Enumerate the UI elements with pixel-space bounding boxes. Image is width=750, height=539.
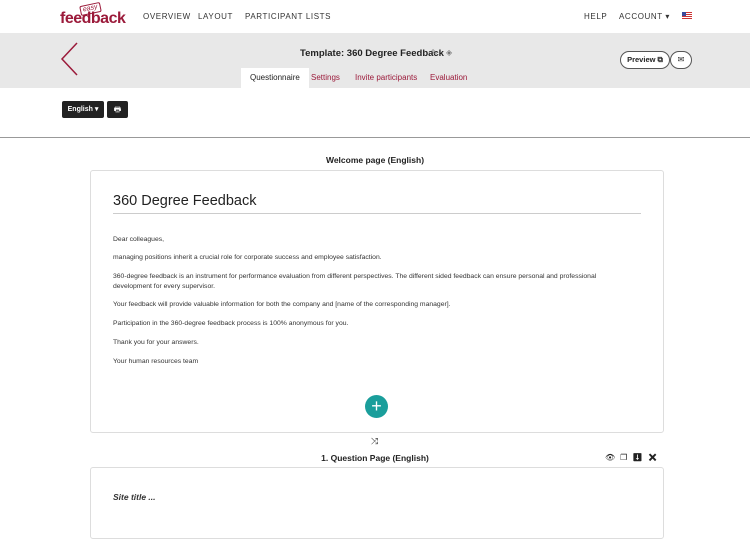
back-arrow-icon[interactable]	[60, 42, 80, 76]
tab-questionnaire[interactable]: Questionnaire	[241, 68, 309, 88]
tab-settings[interactable]: Settings	[311, 68, 340, 88]
welcome-paragraph: Thank you for your answers.	[113, 339, 199, 346]
page-title: Template: 360 Degree Feedback	[300, 48, 444, 59]
question-page-actions: 👁❐⬇✖	[605, 453, 663, 462]
welcome-paragraph: 360-degree feedback is an instrument for…	[113, 273, 597, 290]
welcome-paragraph: Participation in the 360-degree feedback…	[113, 320, 349, 327]
plus-icon: +	[371, 396, 382, 416]
move-down-icon[interactable]: ⬇	[632, 453, 647, 462]
welcome-title: 360 Degree Feedback	[113, 193, 257, 209]
welcome-paragraph: Dear colleagues,	[113, 236, 165, 243]
welcome-page-heading: Welcome page (English)	[325, 155, 425, 165]
tab-evaluation[interactable]: Evaluation	[430, 68, 467, 88]
shuffle-icon[interactable]: ⤨	[371, 436, 378, 447]
easyfeedback-logo[interactable]: easy feedback	[60, 1, 126, 27]
welcome-page-card[interactable]: 360 Degree Feedback Dear colleagues, man…	[90, 170, 664, 433]
top-navbar: easy feedback OVERVIEW LAYOUT PARTICIPAN…	[0, 0, 750, 33]
nav-participant-lists[interactable]: PARTICIPANT LISTS	[245, 12, 331, 21]
section-divider	[0, 137, 750, 138]
question-page-card[interactable]: Site title ...	[90, 467, 664, 539]
envelope-icon: ✉	[677, 55, 685, 64]
nav-overview[interactable]: OVERVIEW	[143, 12, 191, 21]
nav-layout[interactable]: LAYOUT	[198, 12, 233, 21]
welcome-paragraph: Your human resources team	[113, 358, 199, 365]
site-title-placeholder[interactable]: Site title ...	[113, 492, 156, 502]
nav-account-dropdown[interactable]: ACCOUNT ▾	[619, 12, 670, 21]
welcome-paragraph: managing positions inherit a crucial rol…	[113, 254, 382, 261]
copy-icon[interactable]: ❐	[620, 453, 632, 462]
logo-wordmark: feedback	[60, 10, 126, 27]
us-flag-icon[interactable]	[682, 12, 692, 19]
tag-icon[interactable]: ◈	[446, 48, 452, 57]
title-rule	[113, 213, 641, 214]
printer-icon: 🖶	[113, 105, 122, 114]
edit-pencil-icon[interactable]: ✎	[431, 48, 438, 57]
visibility-icon[interactable]: 👁	[605, 453, 620, 462]
survey-header: Template: 360 Degree Feedback ✎ ◈ Questi…	[0, 33, 750, 88]
language-dropdown[interactable]: English ▾	[62, 101, 104, 118]
nav-help[interactable]: HELP	[584, 12, 607, 21]
delete-icon[interactable]: ✖	[647, 453, 662, 462]
print-button[interactable]: 🖶	[107, 101, 128, 118]
preview-button[interactable]: Preview ⧉	[620, 51, 670, 69]
mail-button[interactable]: ✉	[670, 51, 692, 69]
tab-invite-participants[interactable]: Invite participants	[355, 68, 417, 88]
welcome-paragraph: Your feedback will provide valuable info…	[113, 301, 451, 308]
add-element-button[interactable]: +	[365, 395, 388, 418]
